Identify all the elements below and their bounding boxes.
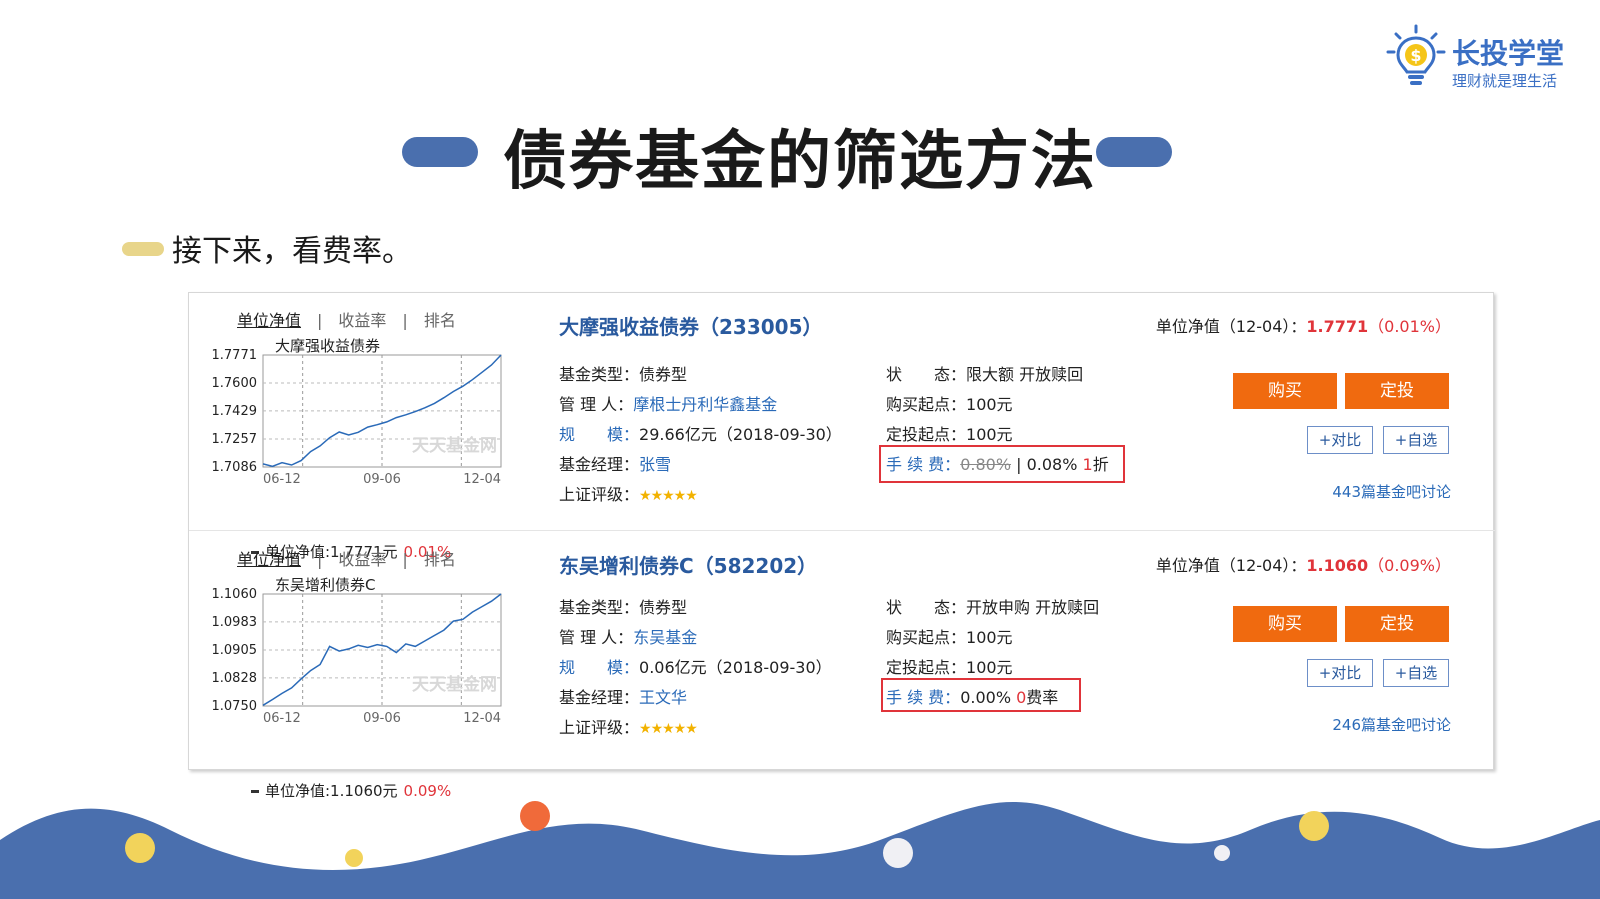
tab-nav[interactable]: 单位净值 — [237, 307, 301, 331]
x-tick-label: 12-04 — [463, 472, 501, 487]
brand-slogan: 理财就是理生活 — [1452, 72, 1558, 90]
watchlist-button[interactable]: +自选 — [1383, 426, 1449, 454]
buy-button[interactable]: 购买 — [1233, 606, 1337, 642]
fund-manager: 管 理 人：东吴基金 — [559, 628, 698, 647]
tab-rank[interactable]: 排名 — [424, 546, 456, 570]
chart-fund-name: 东吴增利债券C — [275, 576, 376, 594]
watermark: 天天基金网 — [412, 674, 497, 695]
fee-highlight-box — [881, 678, 1081, 712]
watermark: 天天基金网 — [412, 435, 497, 456]
manager-link[interactable]: 东吴基金 — [633, 628, 697, 647]
nav-chart: 06-12 09-06 12-04 1.1060 1.0983 1.0905 1.0828 1… — [199, 574, 519, 800]
fund-title-link[interactable]: 大摩强收益债券（233005） — [559, 311, 823, 340]
fund-rating: 上证评级：★★★★★ — [559, 485, 698, 504]
fund-type: 基金类型：债券型 — [559, 365, 688, 384]
compare-button[interactable]: +对比 — [1307, 659, 1373, 687]
fund-screenshot-panel: 单位净值 | 收益率 | 排名 06-12 09-06 12-04 1.7771 1.7600 1… — [188, 292, 1495, 800]
wave-shape — [0, 801, 1600, 899]
fund-buy-min: 购买起点：100元 — [886, 628, 1013, 647]
y-tick-label: 1.7771 — [212, 348, 258, 363]
x-tick-label: 09-06 — [363, 472, 401, 487]
chart-tabs: 单位净值 | 收益率 | 排名 — [237, 307, 456, 331]
subtitle-bullet — [122, 242, 164, 256]
fund-status: 状 态：开放申购 开放赎回 — [886, 598, 1100, 617]
fund-sip-min: 定投起点：100元 — [886, 658, 1013, 677]
dot-yellow — [125, 833, 155, 863]
fund-type: 基金类型：债券型 — [559, 598, 688, 617]
y-tick-label: 1.0750 — [212, 699, 258, 714]
compare-button[interactable]: +对比 — [1307, 426, 1373, 454]
fund-buy-min: 购买起点：100元 — [886, 395, 1013, 414]
page-title: 债券基金的筛选方法 — [503, 125, 1097, 199]
y-tick-label: 1.1060 — [212, 587, 258, 602]
tab-rank[interactable]: 排名 — [424, 307, 456, 331]
watchlist-button[interactable]: +自选 — [1383, 659, 1449, 687]
nav-line-chart: 06-12 09-06 12-04 1.7771 1.7600 1.7429 1.7257 1… — [212, 348, 502, 487]
fund-status: 状 态：限大额 开放赎回 — [886, 365, 1084, 384]
discussion-link[interactable]: 443篇基金吧讨论 — [1332, 481, 1451, 502]
sip-button[interactable]: 定投 — [1345, 373, 1449, 409]
nav-summary: 单位净值（12-04）：1.7771（0.01%） — [1155, 317, 1451, 336]
rating-stars-icon: ★★★★★ — [639, 720, 698, 737]
x-tick-label: 06-12 — [263, 472, 301, 487]
fund-card: 单位净值 | 收益率 | 排名 06-12 09-06 12-04 1.7771 1.7600 1… — [189, 293, 1495, 561]
y-tick-label: 1.7429 — [212, 404, 258, 419]
fund-sip-min: 定投起点：100元 — [886, 425, 1013, 444]
tab-return[interactable]: 收益率 — [338, 307, 386, 331]
lightbulb-dollar-icon: $ — [1386, 24, 1446, 85]
fund-title-link[interactable]: 东吴增利债券C（582202） — [559, 550, 817, 579]
tab-nav[interactable]: 单位净值 — [237, 546, 301, 570]
x-tick-label: 09-06 — [363, 711, 401, 726]
y-tick-label: 1.7600 — [212, 376, 258, 391]
nav-chart: 06-12 09-06 12-04 1.7771 1.7600 1.7429 1.7257 1… — [199, 335, 519, 561]
nav-summary: 单位净值（12-04）：1.1060（0.09%） — [1155, 556, 1451, 575]
fund-managers-person: 基金经理：张雪 — [559, 455, 672, 474]
dot-yellow — [345, 849, 363, 867]
manager-link[interactable]: 摩根士丹利华鑫基金 — [633, 395, 777, 414]
fee-highlight-box — [879, 445, 1125, 483]
title-pill-left — [402, 137, 478, 167]
dot-white — [883, 838, 913, 868]
x-tick-label: 06-12 — [263, 711, 301, 726]
brand-logo: $ 长投学堂 理财就是理生活 — [1384, 22, 1574, 92]
chart-fund-name: 大摩强收益债券 — [275, 337, 381, 355]
fund-scale: 规 模：29.66亿元（2018-09-30） — [559, 425, 842, 444]
fund-managers-person: 基金经理：王文华 — [559, 688, 688, 707]
rating-stars-icon: ★★★★★ — [639, 487, 698, 504]
fund-manager-link[interactable]: 张雪 — [639, 455, 671, 474]
y-tick-label: 1.7086 — [212, 460, 258, 475]
brand-name: 长投学堂 — [1452, 37, 1565, 70]
y-tick-label: 1.7257 — [212, 432, 258, 447]
fund-manager: 管 理 人：摩根士丹利华鑫基金 — [559, 395, 778, 414]
title-pill-right — [1096, 137, 1172, 167]
wave-footer — [0, 801, 1600, 899]
y-tick-label: 1.0905 — [212, 643, 258, 658]
fund-manager-link[interactable]: 王文华 — [639, 688, 687, 707]
fund-card: 单位净值 | 收益率 | 排名 06-12 09-06 12-04 1.1060 1.0983 1… — [189, 532, 1495, 800]
discussion-link[interactable]: 246篇基金吧讨论 — [1332, 714, 1451, 735]
buy-button[interactable]: 购买 — [1233, 373, 1337, 409]
fund-scale: 规 模：0.06亿元（2018-09-30） — [559, 658, 832, 677]
subtitle: 接下来，看费率。 — [172, 234, 412, 269]
y-tick-label: 1.0983 — [212, 615, 258, 630]
dot-yellow — [1299, 811, 1329, 841]
dot-white — [1214, 845, 1230, 861]
chart-tabs: 单位净值 | 收益率 | 排名 — [237, 546, 456, 570]
dot-orange — [520, 801, 550, 831]
fund-rating: 上证评级：★★★★★ — [559, 718, 698, 737]
svg-text:$: $ — [1410, 46, 1421, 65]
y-tick-label: 1.0828 — [212, 671, 258, 686]
sip-button[interactable]: 定投 — [1345, 606, 1449, 642]
x-tick-label: 12-04 — [463, 711, 501, 726]
tab-return[interactable]: 收益率 — [338, 546, 386, 570]
nav-line-chart: 06-12 09-06 12-04 1.1060 1.0983 1.0905 1.0828 1… — [212, 587, 502, 726]
